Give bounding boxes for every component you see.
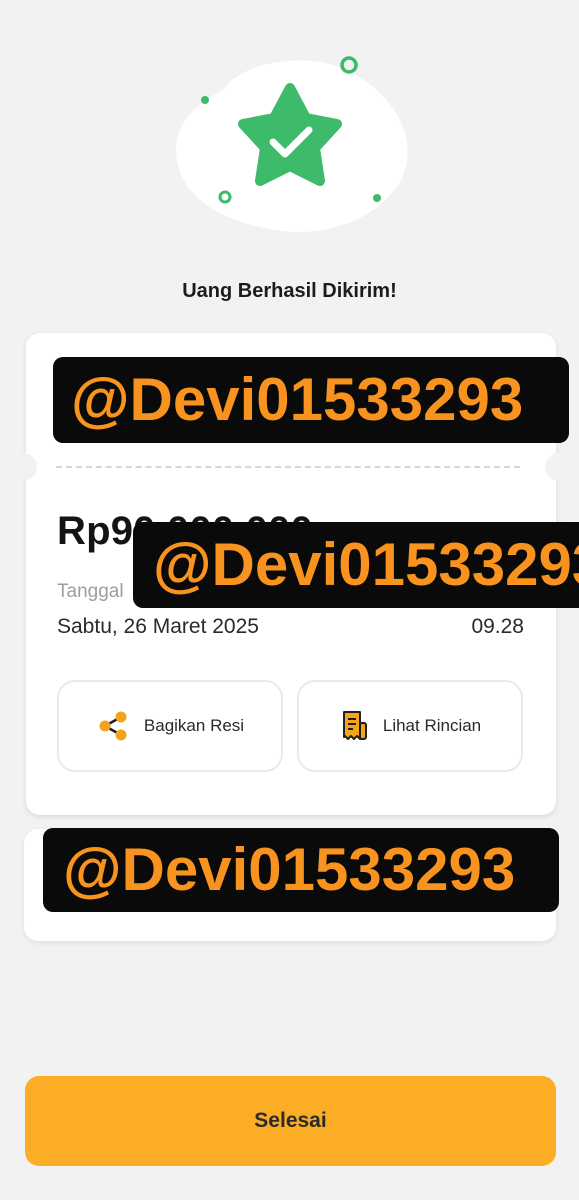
transaction-date: Sabtu, 26 Maret 2025	[57, 615, 259, 638]
share-receipt-label: Bagikan Resi	[143, 716, 245, 735]
success-illustration	[165, 50, 415, 240]
watermark-overlay: @Devi01533293	[133, 522, 579, 608]
finish-button[interactable]: Selesai	[25, 1076, 556, 1166]
divider	[56, 466, 520, 468]
view-details-button[interactable]: Lihat Rincian	[297, 680, 523, 772]
ticket-notch-right	[545, 453, 567, 481]
share-receipt-button[interactable]: Bagikan Resi	[57, 680, 283, 772]
ticket-notch-left	[15, 453, 37, 481]
view-details-label: Lihat Rincian	[382, 716, 482, 735]
date-label: Tanggal	[57, 581, 124, 602]
star-check-icon	[176, 56, 408, 232]
transaction-time: 09.28	[471, 615, 524, 638]
page-title: Uang Berhasil Dikirim!	[182, 280, 397, 302]
receipt-icon	[342, 711, 367, 740]
watermark-overlay: @Devi01533293	[53, 357, 569, 443]
share-icon	[99, 711, 127, 741]
watermark-overlay: @Devi01533293	[43, 828, 559, 912]
